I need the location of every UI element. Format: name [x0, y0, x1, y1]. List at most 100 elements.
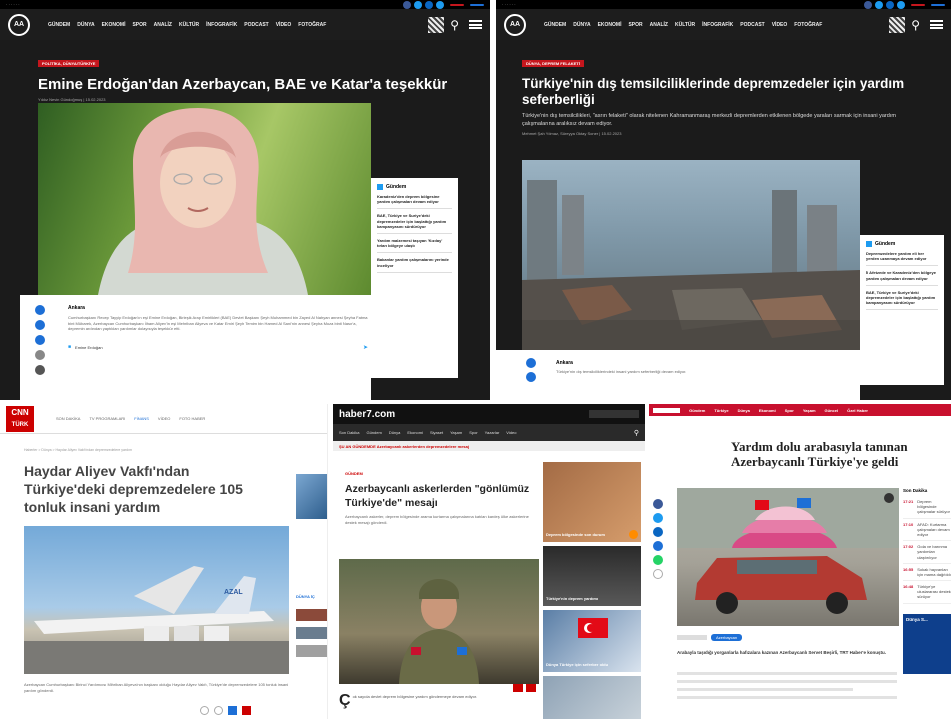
nav-video[interactable]: Video [506, 430, 516, 435]
news-item[interactable]: 17:10 AFAD: Kurtarma çalışmaları devam ed… [903, 519, 951, 542]
share-overlay-icon[interactable] [884, 493, 894, 503]
nav-gundem[interactable]: Gündem [366, 430, 381, 435]
facebook-share-icon[interactable] [35, 305, 45, 315]
search-icon[interactable]: ⚲ [911, 18, 920, 32]
facebook-share-icon[interactable] [526, 358, 536, 368]
linkedin-icon[interactable] [886, 0, 894, 9]
menu-foto-haber[interactable]: FOTO HABER [179, 416, 205, 421]
promo-box[interactable]: Dünya S... [903, 613, 951, 674]
email-share-icon[interactable] [35, 365, 45, 375]
whatsapp-share-icon[interactable] [653, 555, 663, 565]
menu-gundem[interactable]: GÜNDEM [544, 22, 566, 28]
qr-code-icon[interactable] [428, 16, 445, 33]
live-button[interactable] [911, 3, 925, 6]
sidebar-item[interactable]: İl Afetzede ve Karadeniz'den bölgeye yar… [866, 266, 938, 286]
nav-dunya[interactable]: Dünya [389, 430, 401, 435]
share-icon[interactable] [526, 684, 536, 692]
menu-ekonomi[interactable]: EKONOMİ [598, 22, 622, 28]
sidebar-item[interactable]: BAE, Türkiye ve Suriye'deki depremzedele… [377, 209, 452, 234]
twitter-share-icon[interactable] [526, 372, 536, 382]
menu-spor[interactable]: SPOR [628, 22, 642, 28]
twitter-icon[interactable] [875, 0, 883, 9]
telegram-icon[interactable] [897, 0, 905, 9]
sidebar-item[interactable]: Karadeniz'den deprem bölgesine yardım ça… [377, 190, 452, 210]
twitter-share-icon[interactable] [653, 513, 663, 523]
side-section-label[interactable]: DÜNYA İÇ [296, 594, 315, 599]
aa-logo[interactable]: AA [504, 13, 526, 36]
menu-podcast[interactable]: PODCAST [244, 22, 268, 28]
menu-finans[interactable]: FİNANS [134, 416, 149, 421]
menu-dunya[interactable]: DÜNYA [573, 22, 590, 28]
weather-widget[interactable] [589, 410, 639, 418]
copy-link-icon[interactable] [653, 569, 663, 579]
trthaber-logo[interactable]: TRT HABER [653, 407, 681, 413]
tag-badge[interactable]: Azerbaycan [711, 634, 743, 641]
twitter-icon[interactable] [414, 0, 422, 9]
share-icon[interactable] [200, 706, 209, 715]
category-label[interactable]: GÜNDEM [345, 471, 363, 476]
menu-kultur[interactable]: KÜLTÜR [675, 22, 695, 28]
menu-ekonomi[interactable]: EKONOMİ [102, 22, 126, 28]
live-button[interactable] [450, 3, 464, 6]
menu-yasam[interactable]: Yaşam [803, 408, 816, 413]
side-thumbnail[interactable] [296, 474, 327, 519]
menu-spor[interactable]: SPOR [132, 22, 146, 28]
linkedin-share-icon[interactable] [653, 527, 663, 537]
side-thumb[interactable]: Deprem bölgesinde son durum [543, 462, 641, 542]
cnnturk-logo[interactable]: CNN TÜRK [6, 405, 34, 432]
menu-dunya[interactable]: DÜNYA [77, 22, 94, 28]
hamburger-menu-icon[interactable] [469, 20, 482, 29]
facebook-share-icon[interactable] [653, 499, 663, 509]
news-item[interactable]: 16:55 Sokak hayvanları için mama dağıtıld… [903, 564, 951, 582]
menu-tv-programlari[interactable]: TV PROGRAMLARI [89, 416, 125, 421]
menu-video[interactable]: VİDEO [276, 22, 292, 28]
linkedin-icon[interactable] [425, 0, 433, 9]
nav-yazarlar[interactable]: Yazarlar [485, 430, 500, 435]
menu-fotograf[interactable]: FOTOĞRAF [794, 22, 822, 28]
menu-turkiye[interactable]: Türkiye [714, 408, 728, 413]
menu-dunya[interactable]: Dünya [738, 408, 750, 413]
search-icon[interactable]: ⚲ [634, 429, 639, 437]
sidebar-item[interactable]: BAE, Türkiye ve Suriye'deki depremzedele… [866, 286, 938, 311]
menu-gundem[interactable]: GÜNDEM [48, 22, 70, 28]
menu-ekonomi[interactable]: Ekonomi [759, 408, 776, 413]
news-item[interactable]: 16:48 Türkiye'ye uluslararası destek sürü… [903, 581, 951, 604]
side-list-thumb[interactable] [296, 627, 327, 639]
nav-yasam[interactable]: Yaşam [450, 430, 462, 435]
side-thumb[interactable]: Dünya Türkiye için seferber oldu [543, 610, 641, 672]
aa-top-links[interactable]: · · · · · · [502, 2, 516, 7]
twitter-share-icon[interactable] [35, 320, 45, 330]
whatsapp-share-icon[interactable] [35, 350, 45, 360]
share-icon[interactable] [513, 684, 523, 692]
menu-kultur[interactable]: KÜLTÜR [179, 22, 199, 28]
menu-video[interactable]: VİDEO [158, 416, 170, 421]
menu-infografik[interactable]: İNFOGRAFİK [206, 22, 237, 28]
menu-ozel-haber[interactable]: Özel Haber [847, 408, 868, 413]
nav-ekonomi[interactable]: Ekonomi [407, 430, 423, 435]
menu-fotograf[interactable]: FOTOĞRAF [298, 22, 326, 28]
menu-video[interactable]: VİDEO [772, 22, 788, 28]
haber7-logo[interactable]: haber7.com [339, 409, 395, 420]
menu-podcast[interactable]: PODCAST [740, 22, 764, 28]
aa-logo[interactable]: AA [8, 13, 30, 36]
sidebar-item[interactable]: Bakanlar yardım çalışmalarını yerinde in… [377, 253, 452, 273]
category-badge[interactable]: POLİTİKA, DÜNYA/TÜRKİYE [38, 60, 100, 67]
nav-siyaset[interactable]: Siyaset [430, 430, 443, 435]
nav-son-dakika[interactable]: Son Dakika [339, 430, 359, 435]
side-thumb[interactable]: Türkiye'nin deprem yardımı [543, 546, 641, 606]
side-thumb[interactable] [543, 676, 641, 719]
menu-analiz[interactable]: ANALİZ [650, 22, 668, 28]
side-list-thumb[interactable] [296, 645, 327, 657]
side-list-thumb[interactable] [296, 609, 327, 621]
facebook-icon[interactable] [403, 0, 411, 9]
sidebar-item[interactable]: Yardım malzemesi taşıyan 'Kızılay' tırla… [377, 234, 452, 254]
menu-gundem[interactable]: Gündem [689, 408, 705, 413]
breadcrumb[interactable]: Haberler > Dünya > Haydar Aliyev Vakfı'n… [24, 448, 132, 452]
language-button[interactable] [470, 3, 484, 6]
search-icon[interactable]: ⚲ [450, 18, 459, 32]
nav-spor[interactable]: Spor [469, 430, 477, 435]
menu-analiz[interactable]: ANALİZ [154, 22, 172, 28]
qr-code-icon[interactable] [889, 16, 906, 33]
flipboard-icon[interactable] [242, 706, 251, 715]
menu-spor[interactable]: Spor [785, 408, 794, 413]
